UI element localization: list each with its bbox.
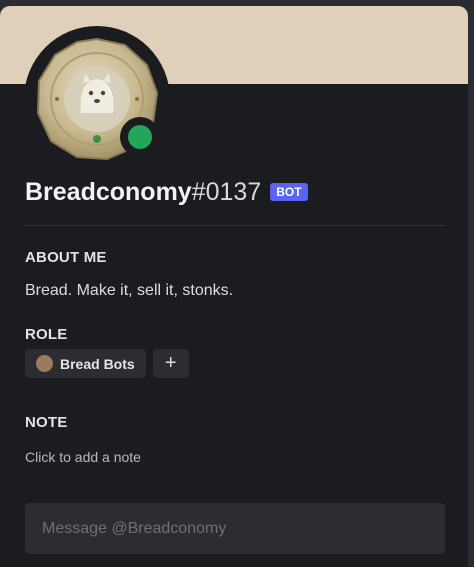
role-list: Bread Bots + [25,349,189,378]
role-heading: ROLE [25,326,68,343]
username[interactable]: Breadconomy [25,178,192,207]
role-color-icon [36,355,53,372]
divider [24,225,445,226]
about-me-text: Bread. Make it, sell it, stonks. [25,282,234,299]
add-role-button[interactable]: + [152,349,189,378]
user-profile-popout: Breadconomy #0137 BOT ABOUT ME Bread. Ma… [0,6,468,567]
online-status-icon [128,125,152,149]
message-input[interactable] [25,503,445,554]
note-heading: NOTE [25,414,68,431]
role-label: Bread Bots [60,355,135,372]
role-pill-bread-bots[interactable]: Bread Bots [25,349,146,378]
name-row: Breadconomy #0137 BOT [25,172,308,212]
note-field[interactable]: Click to add a note [25,449,141,465]
about-me-heading: ABOUT ME [25,249,107,266]
discriminator: #0137 [191,177,262,206]
bot-badge: BOT [270,183,308,201]
